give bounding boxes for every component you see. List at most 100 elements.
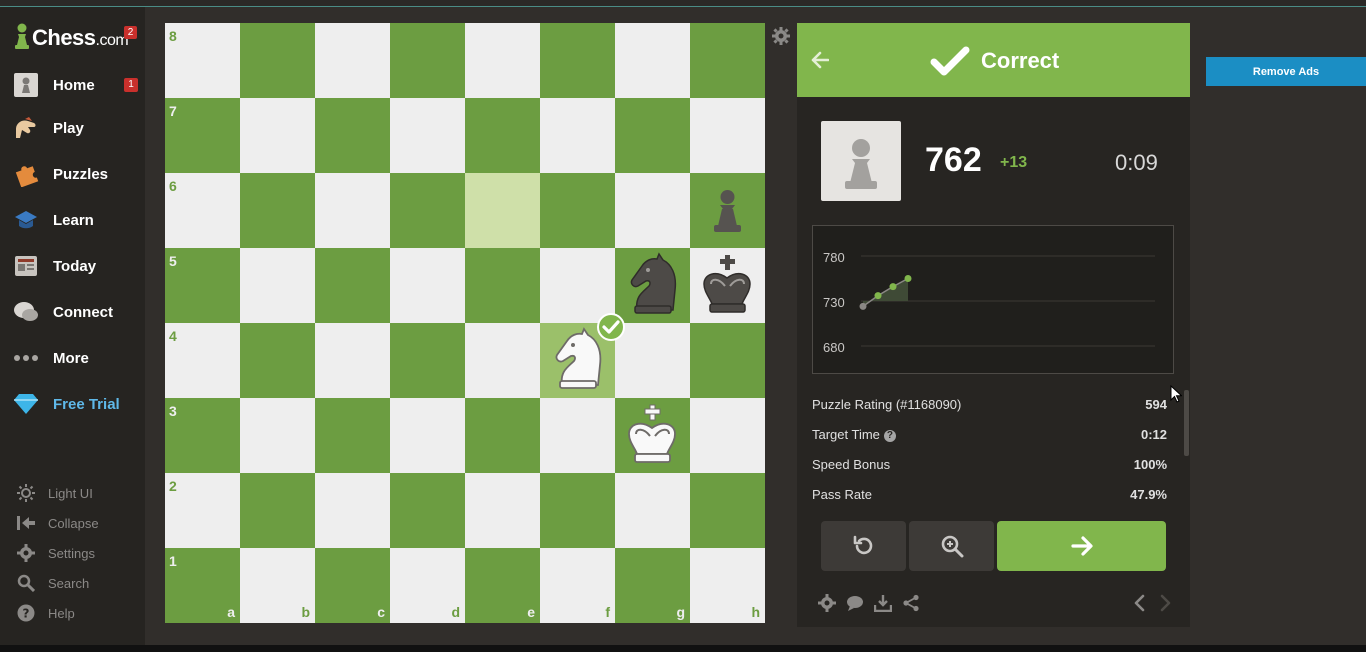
square-c8[interactable] (315, 23, 390, 98)
square-d1[interactable]: d (390, 548, 465, 623)
square-c7[interactable] (315, 98, 390, 173)
black-pawn-piece[interactable] (690, 173, 765, 248)
square-d6[interactable] (390, 173, 465, 248)
square-e3[interactable] (465, 398, 540, 473)
square-g8[interactable] (615, 23, 690, 98)
sidebar-item-today[interactable]: Today (0, 247, 145, 285)
square-f7[interactable] (540, 98, 615, 173)
square-e7[interactable] (465, 98, 540, 173)
square-h1[interactable]: h (690, 548, 765, 623)
square-a2[interactable]: 2 (165, 473, 240, 548)
square-b6[interactable] (240, 173, 315, 248)
square-g2[interactable] (615, 473, 690, 548)
square-g3[interactable] (615, 398, 690, 473)
sidebar-item-label: More (53, 349, 89, 367)
square-a5[interactable]: 5 (165, 248, 240, 323)
square-g4[interactable] (615, 323, 690, 398)
square-a4[interactable]: 4 (165, 323, 240, 398)
retry-button[interactable] (821, 521, 906, 571)
remove-ads-button[interactable]: Remove Ads (1206, 57, 1366, 86)
square-e1[interactable]: e (465, 548, 540, 623)
os-taskbar (0, 645, 1366, 652)
square-f5[interactable] (540, 248, 615, 323)
square-b3[interactable] (240, 398, 315, 473)
black-king-piece[interactable] (690, 248, 765, 323)
square-c1[interactable]: c (315, 548, 390, 623)
square-a1[interactable]: 1a (165, 548, 240, 623)
square-b8[interactable] (240, 23, 315, 98)
share-icon[interactable] (902, 594, 920, 612)
square-e8[interactable] (465, 23, 540, 98)
sidebar-item-learn[interactable]: Learn (0, 201, 145, 239)
square-f1[interactable]: f (540, 548, 615, 623)
square-c4[interactable] (315, 323, 390, 398)
square-a3[interactable]: 3 (165, 398, 240, 473)
square-f3[interactable] (540, 398, 615, 473)
square-h4[interactable] (690, 323, 765, 398)
file-label: a (227, 604, 235, 620)
analysis-button[interactable] (909, 521, 994, 571)
sidebar-item-play[interactable]: Play (0, 109, 145, 147)
square-c6[interactable] (315, 173, 390, 248)
next-chevron-icon[interactable] (1156, 594, 1174, 612)
square-h8[interactable] (690, 23, 765, 98)
square-h5[interactable] (690, 248, 765, 323)
square-g1[interactable]: g (615, 548, 690, 623)
sidebar-item-more[interactable]: More (0, 339, 145, 377)
square-a7[interactable]: 7 (165, 98, 240, 173)
square-e6[interactable] (465, 173, 540, 248)
square-f2[interactable] (540, 473, 615, 548)
previous-chevron-icon[interactable] (1131, 594, 1149, 612)
white-king-piece[interactable] (615, 398, 690, 473)
square-b7[interactable] (240, 98, 315, 173)
sidebar-item-home[interactable]: Home 1 (0, 66, 145, 104)
square-g5[interactable] (615, 248, 690, 323)
sidebar-help[interactable]: ? Help (0, 600, 145, 626)
square-e5[interactable] (465, 248, 540, 323)
square-b4[interactable] (240, 323, 315, 398)
puzzle-settings-gear-icon[interactable] (818, 594, 836, 612)
board-settings-gear-icon[interactable] (772, 27, 790, 45)
sidebar-light-ui[interactable]: Light UI (0, 480, 145, 506)
chess-com-logo[interactable]: Chess.com 2 (14, 21, 144, 55)
square-d7[interactable] (390, 98, 465, 173)
square-c2[interactable] (315, 473, 390, 548)
square-b1[interactable]: b (240, 548, 315, 623)
square-b5[interactable] (240, 248, 315, 323)
panel-scrollbar[interactable] (1184, 390, 1189, 456)
square-a6[interactable]: 6 (165, 173, 240, 248)
square-e2[interactable] (465, 473, 540, 548)
square-f8[interactable] (540, 23, 615, 98)
sidebar-item-puzzles[interactable]: Puzzles (0, 155, 145, 193)
target-time-help-icon[interactable]: ? (883, 430, 896, 442)
square-h3[interactable] (690, 398, 765, 473)
square-f6[interactable] (540, 173, 615, 248)
sidebar-item-free-trial[interactable]: Free Trial (0, 385, 145, 423)
square-d4[interactable] (390, 323, 465, 398)
back-arrow-icon[interactable] (811, 51, 830, 69)
square-h7[interactable] (690, 98, 765, 173)
square-h2[interactable] (690, 473, 765, 548)
sidebar-search[interactable]: Search (0, 570, 145, 596)
square-h6[interactable] (690, 173, 765, 248)
download-icon[interactable] (873, 594, 893, 613)
square-d8[interactable] (390, 23, 465, 98)
square-d5[interactable] (390, 248, 465, 323)
square-a8[interactable]: 8 (165, 23, 240, 98)
comments-icon[interactable] (846, 594, 864, 612)
square-e4[interactable] (465, 323, 540, 398)
black-knight-piece[interactable] (615, 248, 690, 323)
square-d3[interactable] (390, 398, 465, 473)
next-puzzle-button[interactable] (997, 521, 1166, 571)
chess-board[interactable]: 87654321abcdefgh (165, 23, 765, 623)
help-label: Help (48, 605, 75, 621)
square-b2[interactable] (240, 473, 315, 548)
sidebar-item-connect[interactable]: Connect (0, 293, 145, 331)
sidebar-collapse[interactable]: Collapse (0, 510, 145, 536)
square-d2[interactable] (390, 473, 465, 548)
sidebar-settings[interactable]: Settings (0, 540, 145, 566)
square-c5[interactable] (315, 248, 390, 323)
square-g6[interactable] (615, 173, 690, 248)
square-g7[interactable] (615, 98, 690, 173)
square-c3[interactable] (315, 398, 390, 473)
